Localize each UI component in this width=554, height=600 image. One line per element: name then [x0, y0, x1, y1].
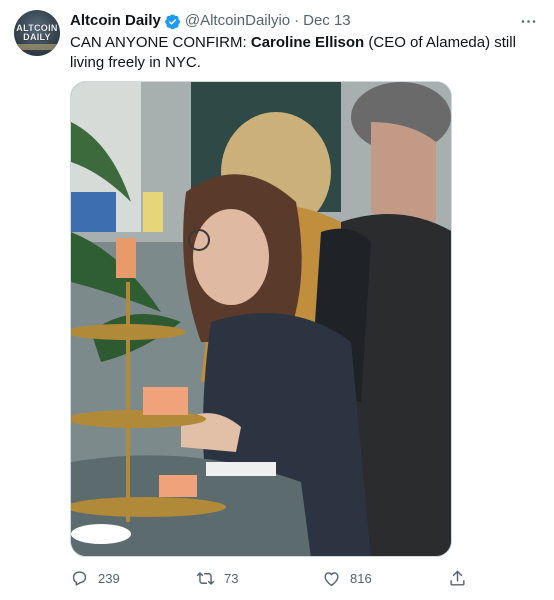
tweet-date[interactable]: Dec 13	[303, 11, 351, 31]
verified-badge-icon	[164, 13, 181, 30]
more-horizontal-icon[interactable]	[516, 9, 540, 33]
tweet-text: CAN ANYONE CONFIRM: Caroline Ellison (CE…	[70, 33, 530, 73]
author-name[interactable]: Altcoin Daily	[70, 11, 161, 31]
tweet-actions: 239 73 816	[70, 566, 470, 590]
author-avatar[interactable]: ALTCOIN DAILY	[14, 10, 60, 56]
reply-button[interactable]: 239	[70, 566, 120, 590]
photo-illustration	[71, 82, 451, 556]
separator-dot: ·	[294, 12, 300, 29]
avatar-stripe	[14, 44, 60, 50]
reply-count: 239	[98, 570, 120, 586]
like-count: 816	[350, 570, 372, 586]
retweet-count: 73	[224, 570, 239, 586]
tweet-card[interactable]: ALTCOIN DAILY Altcoin Daily @AltcoinDail…	[0, 0, 554, 600]
tweet-photo[interactable]	[70, 81, 452, 557]
avatar-logo-line2: DAILY	[23, 32, 51, 42]
tweet-text-part1: CAN ANYONE CONFIRM:	[70, 34, 251, 51]
share-icon	[450, 570, 465, 586]
reply-icon	[72, 570, 87, 586]
retweet-button[interactable]: 73	[196, 566, 238, 590]
share-button[interactable]	[448, 566, 476, 590]
tweet-text-bold-name: Caroline Ellison	[250, 34, 365, 51]
like-button[interactable]: 816	[322, 566, 372, 590]
author-handle[interactable]: @AltcoinDailyio	[185, 11, 290, 31]
heart-icon	[324, 571, 339, 586]
tweet-header: Altcoin Daily @AltcoinDailyio · Dec 13	[70, 11, 351, 31]
retweet-icon	[196, 571, 215, 585]
